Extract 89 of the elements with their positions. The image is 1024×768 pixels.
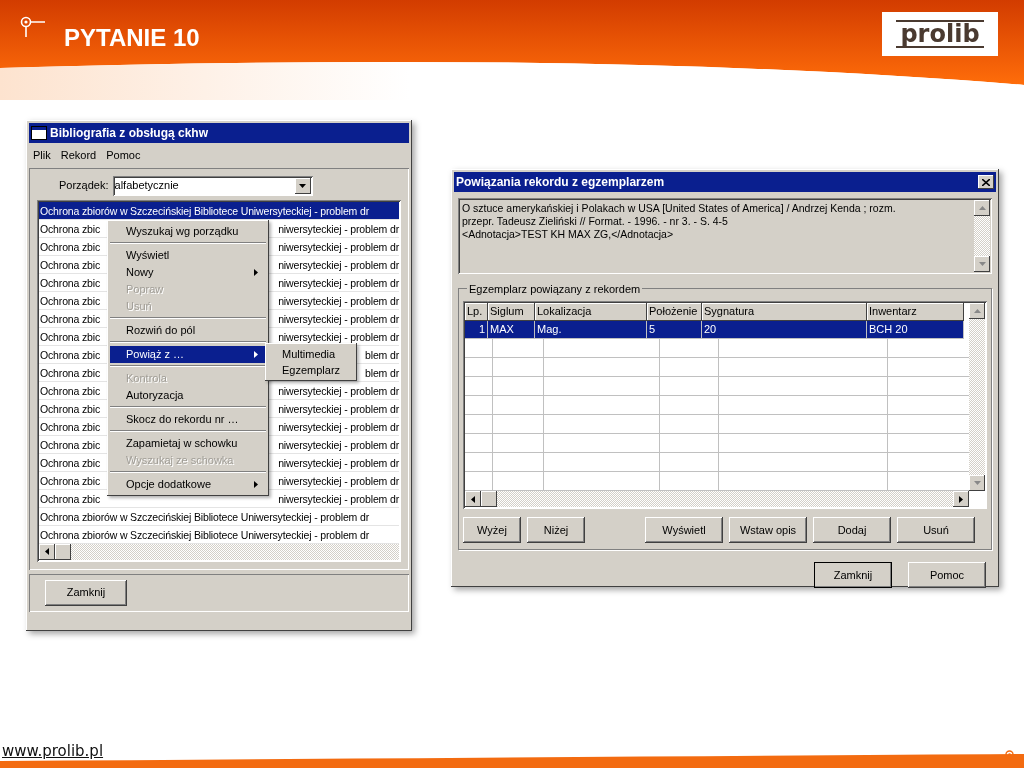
row-text: niwersyteckiej - problem dr (278, 455, 399, 471)
action-button[interactable]: Dodaj (813, 517, 891, 543)
row-text: Ochrona zbic (40, 311, 101, 327)
table-cell[interactable]: Mag. (535, 321, 647, 339)
row-text: Ochrona zbic (40, 473, 101, 489)
dialog-button[interactable]: Pomoc (908, 562, 986, 588)
action-button[interactable]: Niżej (527, 517, 585, 543)
list-row[interactable]: Ochrona zbiorów w Szczecińskiej Bibliotece Uniwersyteckiej - problem dr (39, 201, 399, 220)
dialog-button[interactable]: Zamknij (814, 562, 892, 588)
close-icon[interactable] (982, 178, 990, 186)
menu-item[interactable]: Egzemplarz (268, 361, 354, 378)
row-text: niwersyteckiej - problem dr (278, 221, 399, 237)
row-text: Ochrona zbic (40, 347, 101, 363)
description-field[interactable]: O sztuce amerykańskiej i Polakach w USA [United States of America] / Andrzej Kenda ; rozm. przepr. Tadeusz Zieliński // Format. - 1996. - nr 3. - S. 4-5 <Adnotacja>TEST KH MAX ZG,</Adnotacja> (458, 198, 992, 274)
close-button[interactable]: Zamknij (45, 579, 127, 606)
column-header[interactable]: Sygnatura (702, 303, 867, 321)
action-button[interactable]: Wyżej (463, 517, 521, 543)
right-arrow-icon[interactable] (959, 495, 963, 503)
list-row[interactable]: Ochrona zbiorów w Szczecińskiej Bibliotece Uniwersyteckiej - problem dr (39, 507, 399, 526)
column-header[interactable]: Siglum (488, 303, 535, 321)
menu-item[interactable]: Nowy (110, 263, 266, 281)
description-line: przepr. Tadeusz Zieliński // Format. - 1996. - nr 3. - S. 4-5 (462, 215, 729, 228)
table-cell[interactable]: 1 (465, 321, 488, 339)
slide-title: PYTANIE 10 (64, 26, 200, 50)
table-cell[interactable]: 20 (702, 321, 867, 339)
logo-text: prolib (896, 20, 984, 48)
row-text: blem dr (365, 347, 399, 363)
menu-item[interactable]: Zapamietaj w schowku (110, 434, 266, 452)
row-text: Ochrona zbic (40, 221, 101, 237)
row-text: niwersyteckiej - problem dr (278, 275, 399, 291)
row-text: Ochrona zbic (40, 329, 101, 345)
order-dropdown[interactable]: alfabetycznie (112, 175, 313, 196)
row-text: Ochrona zbic (40, 491, 101, 507)
order-label: Porządek: (59, 178, 109, 194)
scroll-thumb[interactable] (481, 491, 497, 507)
row-text: niwersyteckiej - problem dr (278, 329, 399, 345)
description-line: O sztuce amerykańskiej i Polakach w USA [United States of America] / Andrzej Kenda ; rozm. (462, 202, 897, 215)
horizontal-scrollbar[interactable] (465, 491, 969, 507)
row-text: Ochrona zbic (40, 419, 101, 435)
menu-item[interactable]: Rekord (60, 147, 97, 164)
dropdown-arrow-icon (299, 183, 307, 188)
row-text: Ochrona zbic (40, 437, 101, 453)
menu-item[interactable]: Wyszukaj wg porządku (110, 222, 266, 240)
menu-item[interactable]: Plik (33, 147, 51, 164)
row-text: Ochrona zbic (40, 275, 101, 291)
menu-item[interactable]: Multimedia (268, 345, 354, 362)
row-text: niwersyteckiej - problem dr (278, 311, 399, 327)
row-text: Ochrona zbiorów w Szczecińskiej Bibliotece Uniwersyteckiej - problem dr (40, 527, 369, 543)
row-text: niwersyteckiej - problem dr (278, 419, 399, 435)
menu-item[interactable]: Powiąż z … (110, 345, 266, 363)
row-text: Ochrona zbic (40, 401, 101, 417)
left-arrow-icon[interactable] (471, 495, 475, 503)
row-text: Ochrona zbic (40, 383, 101, 399)
footer-link[interactable]: www.prolib.pl (2, 740, 104, 763)
row-text: Ochrona zbic (40, 293, 101, 309)
column-header[interactable]: Lp. (465, 303, 488, 321)
row-text: Ochrona zbic (40, 257, 101, 273)
pin-icon (20, 16, 46, 38)
list-row[interactable]: Ochrona zbiorów w Szczecińskiej Bibliotece Uniwersyteckiej - problem dr (39, 525, 399, 544)
table-cell[interactable]: MAX (488, 321, 535, 339)
column-header[interactable]: Położenie (647, 303, 702, 321)
action-button[interactable]: Wstaw opis (729, 517, 807, 543)
row-text: Ochrona zbiorów w Szczecińskiej Bibliotece Uniwersyteckiej - problem dr (40, 509, 369, 525)
column-header[interactable]: Inwentarz (867, 303, 964, 321)
row-text: niwersyteckiej - problem dr (278, 437, 399, 453)
row-text: niwersyteckiej - problem dr (278, 491, 399, 507)
row-text: Ochrona zbic (40, 365, 101, 381)
close-button[interactable] (978, 175, 994, 189)
row-text: Ochrona zbiorów w Szczecińskiej Bibliotece Uniwersyteckiej - problem dr (40, 203, 369, 219)
row-text: blem dr (365, 365, 399, 381)
row-text: niwersyteckiej - problem dr (278, 473, 399, 489)
row-text: niwersyteckiej - problem dr (278, 239, 399, 255)
row-text: niwersyteckiej - problem dr (278, 383, 399, 399)
row-text: niwersyteckiej - problem dr (278, 293, 399, 309)
row-text: Ochrona zbic (40, 239, 101, 255)
menu-item[interactable]: Pomoc (106, 147, 141, 164)
column-header[interactable]: Lokalizacja (535, 303, 647, 321)
row-text: niwersyteckiej - problem dr (278, 401, 399, 417)
window-title: Bibliografia z obsługą ckhw (50, 125, 210, 142)
row-text: niwersyteckiej - problem dr (278, 257, 399, 273)
menu-item[interactable]: Wyświetl (110, 246, 266, 264)
action-button[interactable]: Wyświetl (645, 517, 723, 543)
description-line: <Adnotacja>TEST KH MAX ZG,</Adnotacja> (462, 228, 675, 241)
table-cell[interactable]: BCH 20 (867, 321, 964, 339)
left-arrow-icon[interactable] (45, 548, 49, 555)
action-button[interactable]: Usuń (897, 517, 975, 543)
row-text: Ochrona zbic (40, 455, 101, 471)
table-cell[interactable]: 5 (647, 321, 702, 339)
window-title: Powiązania rekordu z egzemplarzem (456, 174, 666, 191)
